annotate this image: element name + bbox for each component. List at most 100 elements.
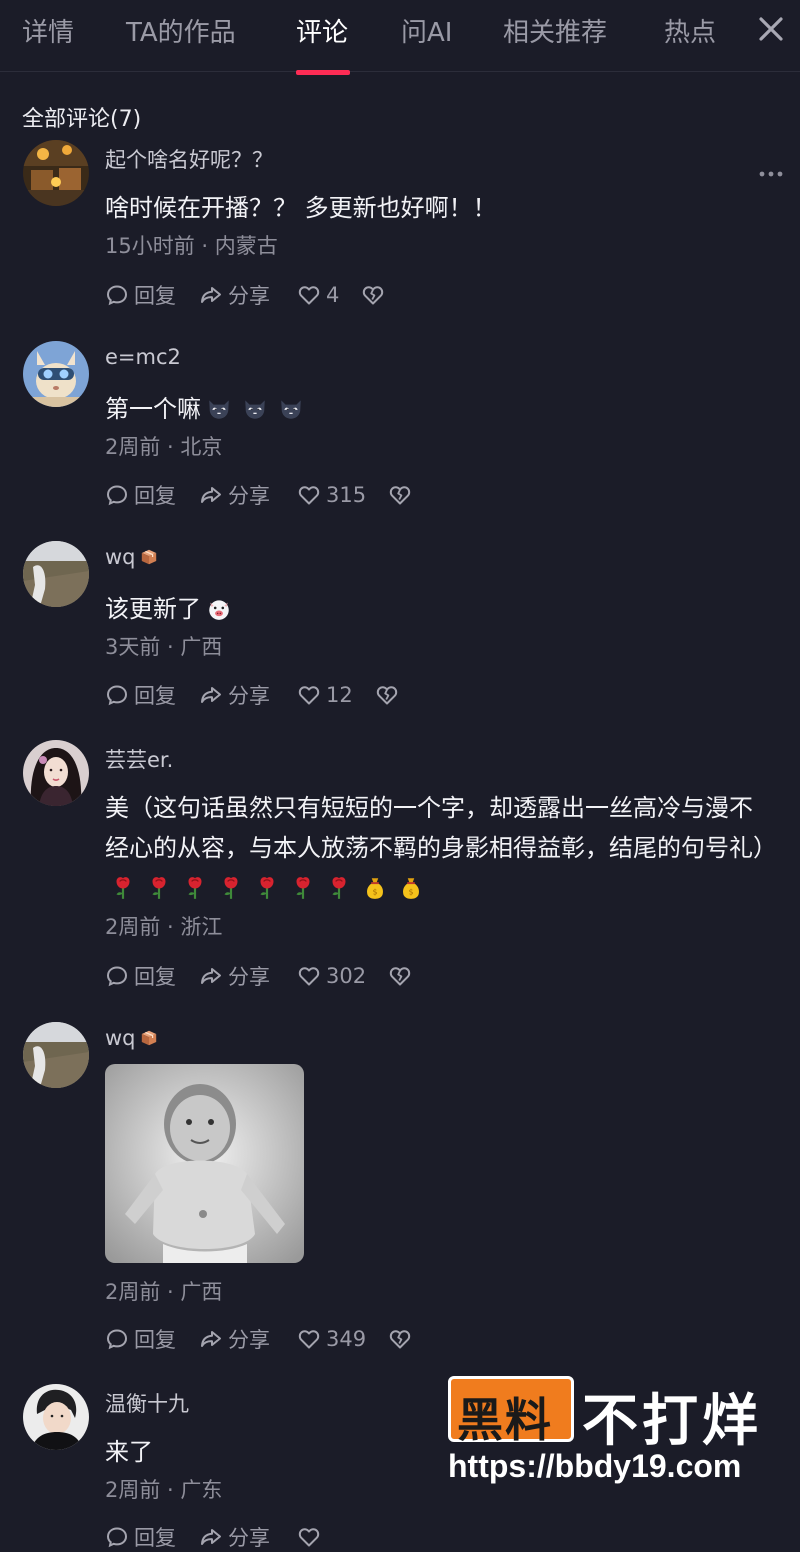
reply-label: 回复 [134,684,176,708]
reply-label: 回复 [134,284,176,308]
broken-heart-icon [361,283,385,307]
avatar[interactable] [23,341,89,407]
tab-details[interactable]: 详情 [22,12,74,49]
reply-label: 回复 [134,965,176,989]
site-watermark: 黑料 不打烊 https://bbdy19.com [448,1376,778,1488]
like-count: 302 [326,964,367,988]
comment-bubble-icon [105,283,129,307]
reply-button[interactable]: 回复 [105,280,199,310]
heart-icon [297,1327,321,1351]
rose-emoji-icon [110,875,136,901]
comment-text: 美（这句话虽然只有短短的一个字，却透露出一丝高冷与漫不经心的从容，与本人放荡不羁… [105,788,777,908]
tab-works[interactable]: TA的作品 [126,12,236,49]
comment-username[interactable]: 芸芸er. [105,744,173,774]
rose-emoji-icon [182,875,208,901]
watermark-brand-text: 不打烊 [582,1389,762,1454]
comment-meta: 2周前 · 广东 [105,1478,223,1502]
comment-username[interactable]: wq [105,545,158,569]
like-button[interactable] [297,1525,326,1549]
reply-button[interactable]: 回复 [105,480,199,510]
comment-username[interactable]: 温衡十九 [105,1388,189,1418]
close-button[interactable] [756,14,786,44]
comment-actions: 回复 分享 349 [105,1324,417,1354]
share-button[interactable]: 分享 [199,1522,297,1552]
avatar[interactable] [23,140,89,206]
dislike-button[interactable] [361,283,390,307]
share-button[interactable]: 分享 [199,680,297,710]
share-label: 分享 [228,484,270,508]
reply-button[interactable]: 回复 [105,680,199,710]
avatar[interactable] [23,740,89,806]
comment-bubble-icon [105,483,129,507]
tab-trending[interactable]: 热点 [664,12,716,49]
active-tab-indicator [296,70,350,75]
money-bag-emoji-icon [362,875,388,901]
heart-icon [297,964,321,988]
more-icon [759,171,783,177]
package-badge-icon [140,548,158,566]
package-badge-icon [140,1029,158,1047]
comment-meta: 2周前 · 广西 [105,1280,223,1304]
tab-ask-ai[interactable]: 问AI [401,12,452,49]
like-button[interactable]: 315 [297,483,366,507]
watermark-logo-text: 黑料 [457,1393,553,1447]
like-count: 315 [326,483,367,507]
comment-actions: 回复 分享 [105,1522,348,1552]
like-button[interactable]: 12 [297,683,353,707]
share-icon [199,683,223,707]
comment-bubble-icon [105,964,129,988]
reply-button[interactable]: 回复 [105,1522,199,1552]
like-count: 4 [326,283,340,307]
comment-image[interactable] [105,1064,304,1263]
like-button[interactable]: 4 [297,283,339,307]
more-button[interactable] [758,164,784,177]
comment-username[interactable]: 起个啥名好呢？？ [105,144,273,174]
share-label: 分享 [228,965,270,989]
watermark-logo-box: 黑料 [448,1376,574,1447]
share-button[interactable]: 分享 [199,1324,297,1354]
like-button[interactable]: 349 [297,1327,366,1351]
comment-text: 第一个嘛 [105,389,775,429]
comment-actions: 回复 分享 302 [105,961,417,991]
tab-comments[interactable]: 评论 [296,12,348,49]
reply-button[interactable]: 回复 [105,961,199,991]
dislike-button[interactable] [388,964,417,988]
dislike-button[interactable] [375,683,404,707]
avatar[interactable] [23,1384,89,1450]
reply-label: 回复 [134,1526,176,1550]
tab-related[interactable]: 相关推荐 [503,12,607,49]
broken-heart-icon [388,964,412,988]
reply-button[interactable]: 回复 [105,1324,199,1354]
share-button[interactable]: 分享 [199,480,297,510]
comment-text: 该更新了 [105,589,775,629]
share-icon [199,283,223,307]
share-label: 分享 [228,284,270,308]
dislike-button[interactable] [388,483,417,507]
comment-bubble-icon [105,683,129,707]
comment-meta: 3天前 · 广西 [105,635,223,659]
comment-username[interactable]: e=mc2 [105,345,181,369]
rose-emoji-icon [290,875,316,901]
avatar[interactable] [23,1022,89,1088]
dislike-button[interactable] [388,1327,417,1351]
like-count: 12 [326,683,353,707]
broken-heart-icon [375,683,399,707]
avatar[interactable] [23,541,89,607]
rose-emoji-icon [326,875,352,901]
share-label: 分享 [228,1526,270,1550]
tab-bar: 详情 TA的作品 评论 问AI 相关推荐 热点 [0,0,800,75]
like-button[interactable]: 302 [297,964,366,988]
comment-meta: 2周前 · 北京 [105,435,223,459]
like-count: 349 [326,1327,367,1351]
share-button[interactable]: 分享 [199,961,297,991]
share-button[interactable]: 分享 [199,280,297,310]
comment-username[interactable]: wq [105,1026,158,1050]
heart-icon [297,1525,321,1549]
comment-meta: 2周前 · 浙江 [105,915,223,939]
comment-text: 啥时候在开播？？ 多更新也好啊！！ [105,194,497,222]
heart-icon [297,683,321,707]
rose-emoji-icon [146,875,172,901]
money-bag-emoji-icon [398,875,424,901]
broken-heart-icon [388,1327,412,1351]
comment-bubble-icon [105,1327,129,1351]
